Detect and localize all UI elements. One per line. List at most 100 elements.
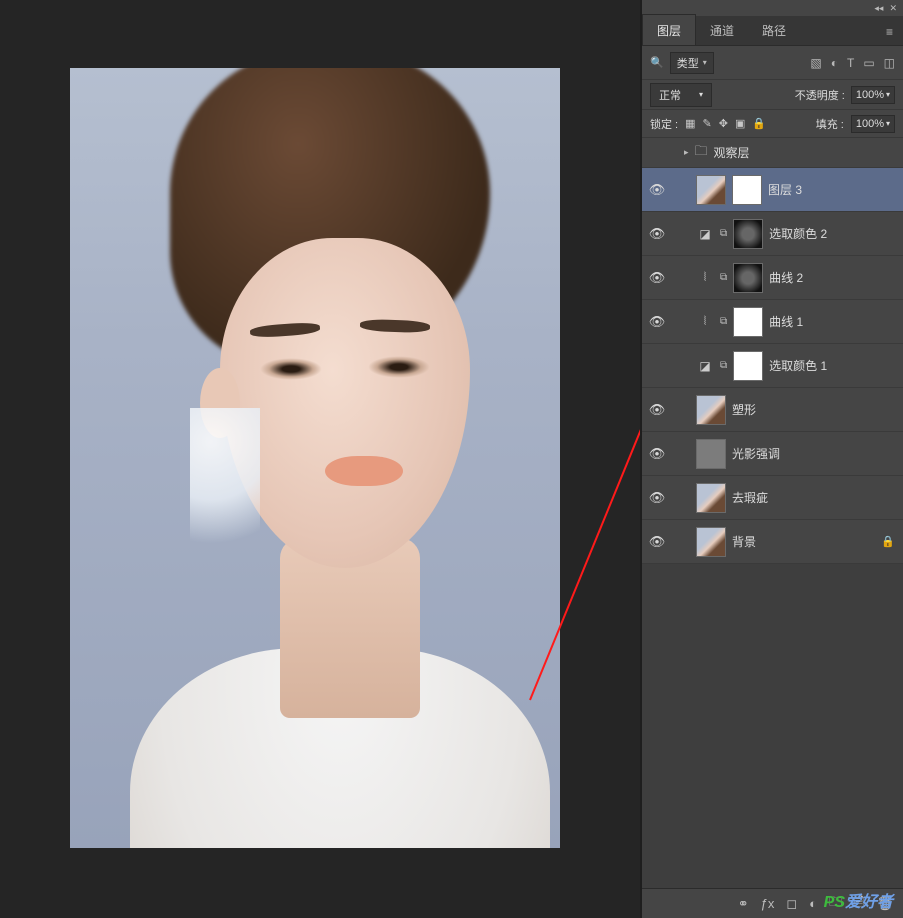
layers-list: 👁 ▸ 🗀 观察层 👁 图层 3 👁 ◪ ⧉ 选取颜色 2 👁 ⦚ ⧉: [642, 138, 903, 564]
curves-icon: ⦚: [696, 313, 714, 331]
layers-empty-area: [642, 564, 903, 888]
lock-row: 锁定 : ▦ ✎ ✥ ▣ 🔒 填充 : 100% ▾: [642, 110, 903, 138]
layer-item-selective-color-2[interactable]: 👁 ◪ ⧉ 选取颜色 2: [642, 212, 903, 256]
filter-adjustment-icon[interactable]: ◐: [831, 56, 838, 70]
link-icon[interactable]: ⧉: [720, 316, 727, 327]
lock-transparency-icon[interactable]: ▦: [685, 117, 695, 130]
layer-mask-thumbnail[interactable]: [733, 307, 763, 337]
canvas-area: [0, 0, 642, 918]
layer-name[interactable]: 曲线 2: [769, 269, 895, 286]
chevron-down-icon: ▾: [886, 90, 890, 99]
layer-item-blemish[interactable]: 👁 去瑕疵: [642, 476, 903, 520]
layer-item-background[interactable]: 👁 背景 🔒: [642, 520, 903, 564]
fill-dropdown[interactable]: 100% ▾: [851, 115, 895, 133]
watermark: PS爱好者: [824, 888, 893, 912]
visibility-toggle[interactable]: 👁: [648, 182, 666, 198]
layer-thumbnail[interactable]: [696, 483, 726, 513]
selective-color-icon: ◪: [696, 225, 714, 243]
visibility-toggle[interactable]: 👁: [648, 402, 666, 418]
blend-row: 正常 ▾ 不透明度 : 100% ▾: [642, 80, 903, 110]
lock-artboard-icon[interactable]: ▣: [735, 117, 745, 130]
add-mask-icon[interactable]: ◻: [786, 896, 797, 912]
chevron-right-icon[interactable]: ▸: [684, 147, 689, 158]
fill-label: 填充 :: [816, 116, 844, 132]
layer-filter-row: 🔍 类型 ▾ ▧ ◐ T ▭ ◫: [642, 46, 903, 80]
visibility-toggle[interactable]: 👁: [648, 490, 666, 506]
close-icon[interactable]: ✕: [889, 3, 897, 14]
visibility-toggle[interactable]: 👁: [648, 226, 666, 242]
link-icon[interactable]: ⧉: [720, 228, 727, 239]
layer-name[interactable]: 塑形: [732, 401, 895, 418]
filter-type-label: 类型: [677, 55, 699, 71]
layer-mask-thumbnail[interactable]: [733, 219, 763, 249]
layer-name[interactable]: 去瑕疵: [732, 489, 895, 506]
layer-style-icon[interactable]: ƒx: [761, 896, 775, 911]
layer-item-lightshadow[interactable]: 👁 光影强调: [642, 432, 903, 476]
collapse-icon[interactable]: ◂◂: [874, 3, 883, 14]
portrait-eye-right: [368, 356, 430, 378]
document-canvas[interactable]: [70, 68, 560, 848]
layer-name[interactable]: 图层 3: [768, 181, 895, 198]
portrait-earring: [190, 408, 260, 578]
chevron-down-icon: ▾: [703, 58, 707, 67]
layer-thumbnail[interactable]: [696, 527, 726, 557]
folder-icon: 🗀: [695, 142, 708, 164]
opacity-label: 不透明度 :: [795, 87, 845, 103]
add-adjustment-icon[interactable]: ◐: [809, 896, 817, 911]
filter-smart-icon[interactable]: ◫: [884, 56, 895, 70]
panel-tabs: 图层 通道 路径 ≡: [642, 16, 903, 46]
layer-group-observe[interactable]: 👁 ▸ 🗀 观察层: [642, 138, 903, 168]
link-icon[interactable]: ⧉: [720, 272, 727, 283]
layer-name[interactable]: 观察层: [714, 144, 895, 161]
opacity-value: 100%: [856, 89, 884, 101]
filter-type-dropdown[interactable]: 类型 ▾: [670, 52, 714, 74]
layer-name[interactable]: 光影强调: [732, 445, 895, 462]
lock-position-icon[interactable]: ✥: [719, 117, 728, 130]
visibility-toggle[interactable]: 👁: [648, 314, 666, 330]
layer-thumbnail[interactable]: [696, 395, 726, 425]
layer-mask-thumbnail[interactable]: [732, 175, 762, 205]
tab-channels[interactable]: 通道: [696, 15, 748, 45]
link-icon[interactable]: ⧉: [720, 360, 727, 371]
tab-layers[interactable]: 图层: [642, 14, 696, 45]
layer-thumbnail[interactable]: [696, 439, 726, 469]
portrait-lips: [325, 456, 403, 486]
search-icon: 🔍: [650, 56, 664, 69]
layer-mask-thumbnail[interactable]: [733, 263, 763, 293]
filter-shape-icon[interactable]: ▭: [863, 56, 874, 70]
layer-name[interactable]: 选取颜色 2: [769, 225, 895, 242]
visibility-toggle[interactable]: 👁: [648, 270, 666, 286]
panel-menu-icon[interactable]: ≡: [876, 19, 903, 45]
chevron-down-icon: ▾: [886, 119, 890, 128]
layer-item-curves-1[interactable]: 👁 ⦚ ⧉ 曲线 1: [642, 300, 903, 344]
tab-paths[interactable]: 路径: [748, 15, 800, 45]
blend-mode-dropdown[interactable]: 正常 ▾: [650, 83, 712, 107]
blend-mode-value: 正常: [659, 87, 681, 103]
layer-thumbnail[interactable]: [696, 175, 726, 205]
layer-name[interactable]: 曲线 1: [769, 313, 895, 330]
lock-label: 锁定 :: [650, 116, 678, 132]
fill-value: 100%: [856, 118, 884, 130]
selective-color-icon: ◪: [696, 357, 714, 375]
layer-item-shaping[interactable]: 👁 塑形: [642, 388, 903, 432]
watermark-part-a: PS: [824, 894, 845, 911]
link-layers-icon[interactable]: ⚭: [738, 896, 749, 912]
layer-item-layer3[interactable]: 👁 图层 3: [642, 168, 903, 212]
opacity-dropdown[interactable]: 100% ▾: [851, 86, 895, 104]
chevron-down-icon: ▾: [699, 90, 703, 99]
layer-item-selective-color-1[interactable]: 👁 ◪ ⧉ 选取颜色 1: [642, 344, 903, 388]
visibility-toggle[interactable]: 👁: [648, 446, 666, 462]
filter-pixel-icon[interactable]: ▧: [810, 56, 821, 70]
layer-item-curves-2[interactable]: 👁 ⦚ ⧉ 曲线 2: [642, 256, 903, 300]
lock-all-icon[interactable]: 🔒: [752, 117, 766, 130]
visibility-toggle[interactable]: 👁: [648, 534, 666, 550]
layer-mask-thumbnail[interactable]: [733, 351, 763, 381]
layer-name[interactable]: 背景: [732, 533, 875, 550]
filter-type-text-icon[interactable]: T: [847, 56, 854, 70]
portrait-eye-left: [260, 358, 322, 380]
layers-panel: ◂◂ ✕ 图层 通道 路径 ≡ 🔍 类型 ▾ ▧ ◐ T ▭ ◫ 正常 ▾ 不透…: [642, 0, 903, 918]
watermark-part-b: 爱好者: [845, 894, 893, 911]
layer-name[interactable]: 选取颜色 1: [769, 357, 895, 374]
lock-icon: 🔒: [881, 535, 895, 548]
lock-pixels-icon[interactable]: ✎: [703, 117, 712, 130]
